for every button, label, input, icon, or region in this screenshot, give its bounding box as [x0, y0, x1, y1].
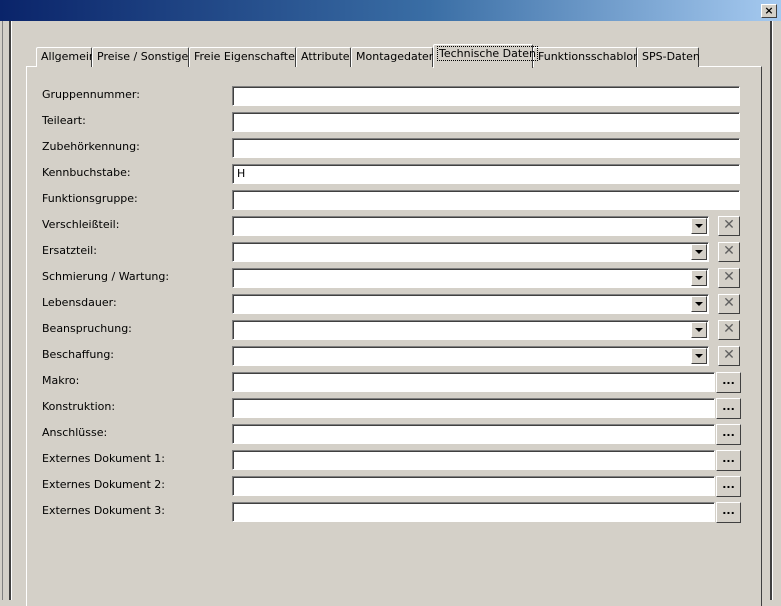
teileart-field[interactable]: [232, 112, 740, 132]
tab-label: Attribute: [301, 50, 350, 63]
verschleissteil-clear-button[interactable]: ✕: [718, 216, 740, 236]
verschleissteil-label: Verschleißteil:: [42, 218, 120, 231]
tab-freie-eigenschaften[interactable]: Freie Eigenschaften: [189, 47, 302, 67]
window-titlebar: [0, 0, 781, 21]
konstruktion-label: Konstruktion:: [42, 400, 116, 413]
chevron-down-icon[interactable]: [691, 322, 707, 338]
tab-label: Technische Daten: [437, 46, 538, 61]
tab-label: Funktionsschablone: [538, 50, 647, 63]
zubehoerkennung-field[interactable]: [232, 138, 740, 158]
tab-label: Preise / Sonstiges: [97, 50, 195, 63]
tab-montagedaten[interactable]: Montagedaten: [351, 47, 436, 67]
funktionsgruppe-label: Funktionsgruppe:: [42, 192, 138, 205]
left-frame: [0, 21, 3, 600]
schmierung-select[interactable]: [232, 268, 709, 288]
gruppennummer-label: Gruppennummer:: [42, 88, 140, 101]
tab-preise-sonstiges[interactable]: Preise / Sonstiges: [92, 47, 194, 67]
left-frame-highlight: [11, 21, 12, 600]
extdok1-field[interactable]: [232, 450, 715, 470]
anschluesse-browse-button[interactable]: ...: [716, 424, 741, 445]
schmierung-label: Schmierung / Wartung:: [42, 270, 170, 283]
chevron-down-icon[interactable]: [691, 348, 707, 364]
tab-label: Freie Eigenschaften: [194, 50, 302, 63]
makro-field[interactable]: [232, 372, 715, 392]
ersatzteil-label: Ersatzteil:: [42, 244, 97, 257]
tab-allgemein[interactable]: Allgemein: [36, 47, 96, 67]
extdok3-field[interactable]: [232, 502, 715, 522]
verschleissteil-select[interactable]: [232, 216, 709, 236]
chevron-down-icon[interactable]: [691, 218, 707, 234]
teileart-label: Teileart:: [42, 114, 86, 127]
tab-technische-daten[interactable]: Technische Daten: [433, 44, 538, 68]
lebensdauer-label: Lebensdauer:: [42, 296, 117, 309]
extdok2-label: Externes Dokument 2:: [42, 478, 166, 491]
chevron-down-icon[interactable]: [691, 270, 707, 286]
extdok2-field[interactable]: [232, 476, 715, 496]
beschaffung-label: Beschaffung:: [42, 348, 115, 361]
makro-browse-button[interactable]: ...: [716, 372, 741, 393]
right-frame-highlight: [772, 21, 773, 600]
extdok1-label: Externes Dokument 1:: [42, 452, 166, 465]
anschluesse-field[interactable]: [232, 424, 715, 444]
anschluesse-label: Anschlüsse:: [42, 426, 108, 439]
kennbuchstabe-field[interactable]: H: [232, 164, 740, 184]
extdok3-browse-button[interactable]: ...: [716, 502, 741, 523]
beschaffung-clear-button[interactable]: ✕: [718, 346, 740, 366]
gruppennummer-field[interactable]: [232, 86, 740, 106]
close-button[interactable]: ×: [761, 4, 777, 18]
tab-funktionsschablone[interactable]: Funktionsschablone: [533, 47, 647, 67]
funktionsgruppe-field[interactable]: [232, 190, 740, 210]
konstruktion-browse-button[interactable]: ...: [716, 398, 741, 419]
beanspruchung-clear-button[interactable]: ✕: [718, 320, 740, 340]
extdok1-browse-button[interactable]: ...: [716, 450, 741, 471]
tab-label: Allgemein: [41, 50, 96, 63]
chevron-down-icon[interactable]: [691, 244, 707, 260]
beanspruchung-select[interactable]: [232, 320, 709, 340]
tab-sps-daten[interactable]: SPS-Daten: [637, 47, 700, 67]
beschaffung-select[interactable]: [232, 346, 709, 366]
tab-label: SPS-Daten: [642, 50, 700, 63]
ersatzteil-clear-button[interactable]: ✕: [718, 242, 740, 262]
lebensdauer-select[interactable]: [232, 294, 709, 314]
extdok2-browse-button[interactable]: ...: [716, 476, 741, 497]
lebensdauer-clear-button[interactable]: ✕: [718, 294, 740, 314]
tab-label: Montagedaten: [356, 50, 436, 63]
makro-label: Makro:: [42, 374, 80, 387]
zubehoerkennung-label: Zubehörkennung:: [42, 140, 140, 153]
tab-attribute[interactable]: Attribute: [296, 47, 351, 67]
ersatzteil-select[interactable]: [232, 242, 709, 262]
beanspruchung-label: Beanspruchung:: [42, 322, 132, 335]
schmierung-clear-button[interactable]: ✕: [718, 268, 740, 288]
chevron-down-icon[interactable]: [691, 296, 707, 312]
kennbuchstabe-label: Kennbuchstabe:: [42, 166, 131, 179]
extdok3-label: Externes Dokument 3:: [42, 504, 166, 517]
konstruktion-field[interactable]: [232, 398, 715, 418]
